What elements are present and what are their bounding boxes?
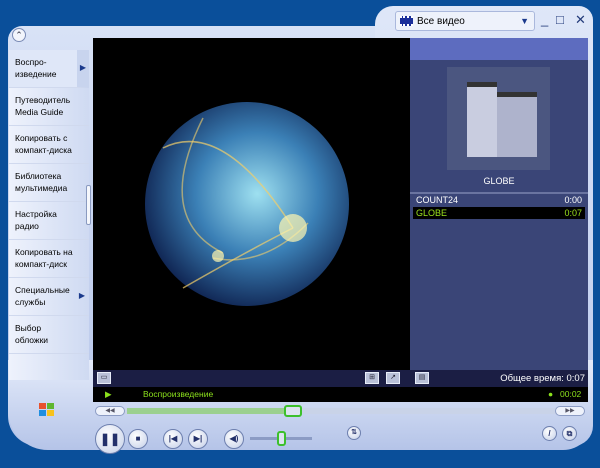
skin-mode-button[interactable]: / [542,426,557,441]
total-time: Общее время: 0:07 [500,373,585,384]
sidebar-item[interactable]: Воспро- изведение ▶ [9,50,89,88]
seek-progress [127,408,284,414]
album-art [447,67,550,170]
video-toolbar: ▭ ⊞ ↗ ▤ Общее время: 0:07 [93,370,588,387]
sidebar-item-label: Специальные службы [15,285,70,307]
video-settings-button[interactable]: ▭ [97,372,111,384]
sidebar-item[interactable]: Копировать на компакт-диск [9,240,89,278]
maximize-button[interactable]: □ [556,12,564,27]
playlist-selector-label: Все видео [417,15,465,27]
album-art-title: GLOBE [483,176,515,186]
sidebar-item-label: Воспро- изведение [15,57,57,79]
film-icon [400,16,413,26]
play-status-icon: ▶ [105,389,112,399]
sidebar-item[interactable]: Специальные службы ▶ [9,278,89,316]
elapsed-time: 00:02 [560,389,582,399]
sidebar-nav: Воспро- изведение ▶ Путеводитель Media Gui… [9,50,89,380]
windows-logo-icon [39,403,54,416]
sidebar-item-label: Копировать с компакт-диска [15,133,72,155]
video-display[interactable] [93,38,410,370]
sidebar-collapse-handle[interactable] [86,185,91,225]
sidebar-item[interactable]: Выбор обложки [9,316,89,354]
mute-button[interactable]: ◀) [224,429,244,449]
sidebar-item-label: Библиотека мультимедиа [15,171,68,193]
seek-thumb[interactable] [283,405,302,417]
fullscreen-button[interactable]: ↗ [386,372,400,384]
minimize-button[interactable]: _ [541,12,548,27]
playlist-item-title: COUNT24 [416,195,459,205]
chevron-down-icon: ▼ [520,16,529,26]
sidebar-item-label: Копировать на компакт-диск [15,247,73,269]
playlist-options-button[interactable]: ▤ [415,372,429,384]
menu-toggle-button[interactable]: ⌃ [12,28,26,42]
sidebar-item[interactable]: Библиотека мультимедиа [9,164,89,202]
chevron-right-icon: ▶ [78,291,85,300]
playlist-item-duration: 0:07 [564,208,582,218]
close-button[interactable]: ✕ [575,12,586,28]
film-strip-icon [467,82,537,157]
sidebar-item[interactable]: Путеводитель Media Guide [9,88,89,126]
fast-forward-button[interactable]: ▶▶ [555,406,585,416]
pause-button[interactable]: ❚❚ [95,424,125,454]
seek-bar[interactable]: ◀◀ ▶▶ [95,405,585,417]
sidebar-item-label: Путеводитель Media Guide [15,95,71,117]
sidebar-item-label: Настройка радио [15,209,57,231]
chevron-right-icon: ▶ [79,63,86,72]
playlist-item-current[interactable]: GLOBE 0:07 [413,207,585,219]
equalizer-button[interactable]: ⇅ [347,426,361,440]
panel-header [410,38,588,60]
stop-button[interactable]: ■ [128,429,148,449]
sidebar-item[interactable]: Настройка радио [9,202,89,240]
playlist-item[interactable]: COUNT24 0:00 [413,194,585,206]
playlist-item-title: GLOBE [416,208,448,218]
fit-video-button[interactable]: ⊞ [365,372,379,384]
playlist-item-duration: 0:00 [564,195,582,205]
compact-mode-button[interactable]: ⧉ [562,426,577,441]
now-playing-panel: GLOBE COUNT24 0:00 GLOBE 0:07 [410,38,588,370]
previous-button[interactable]: |◀ [163,429,183,449]
sidebar-item-label: Выбор обложки [15,323,49,345]
globe-video-frame [145,102,349,306]
rewind-button[interactable]: ◀◀ [95,406,125,416]
playlist-selector[interactable]: Все видео ▼ [395,11,535,31]
sidebar-item[interactable]: Копировать с компакт-диска [9,126,89,164]
status-text: Воспроизведение [143,389,214,399]
connection-icon: ● [548,389,554,399]
volume-thumb[interactable] [277,431,286,446]
status-bar: ▶ Воспроизведение ● 00:02 [93,387,588,402]
next-button[interactable]: ▶| [188,429,208,449]
